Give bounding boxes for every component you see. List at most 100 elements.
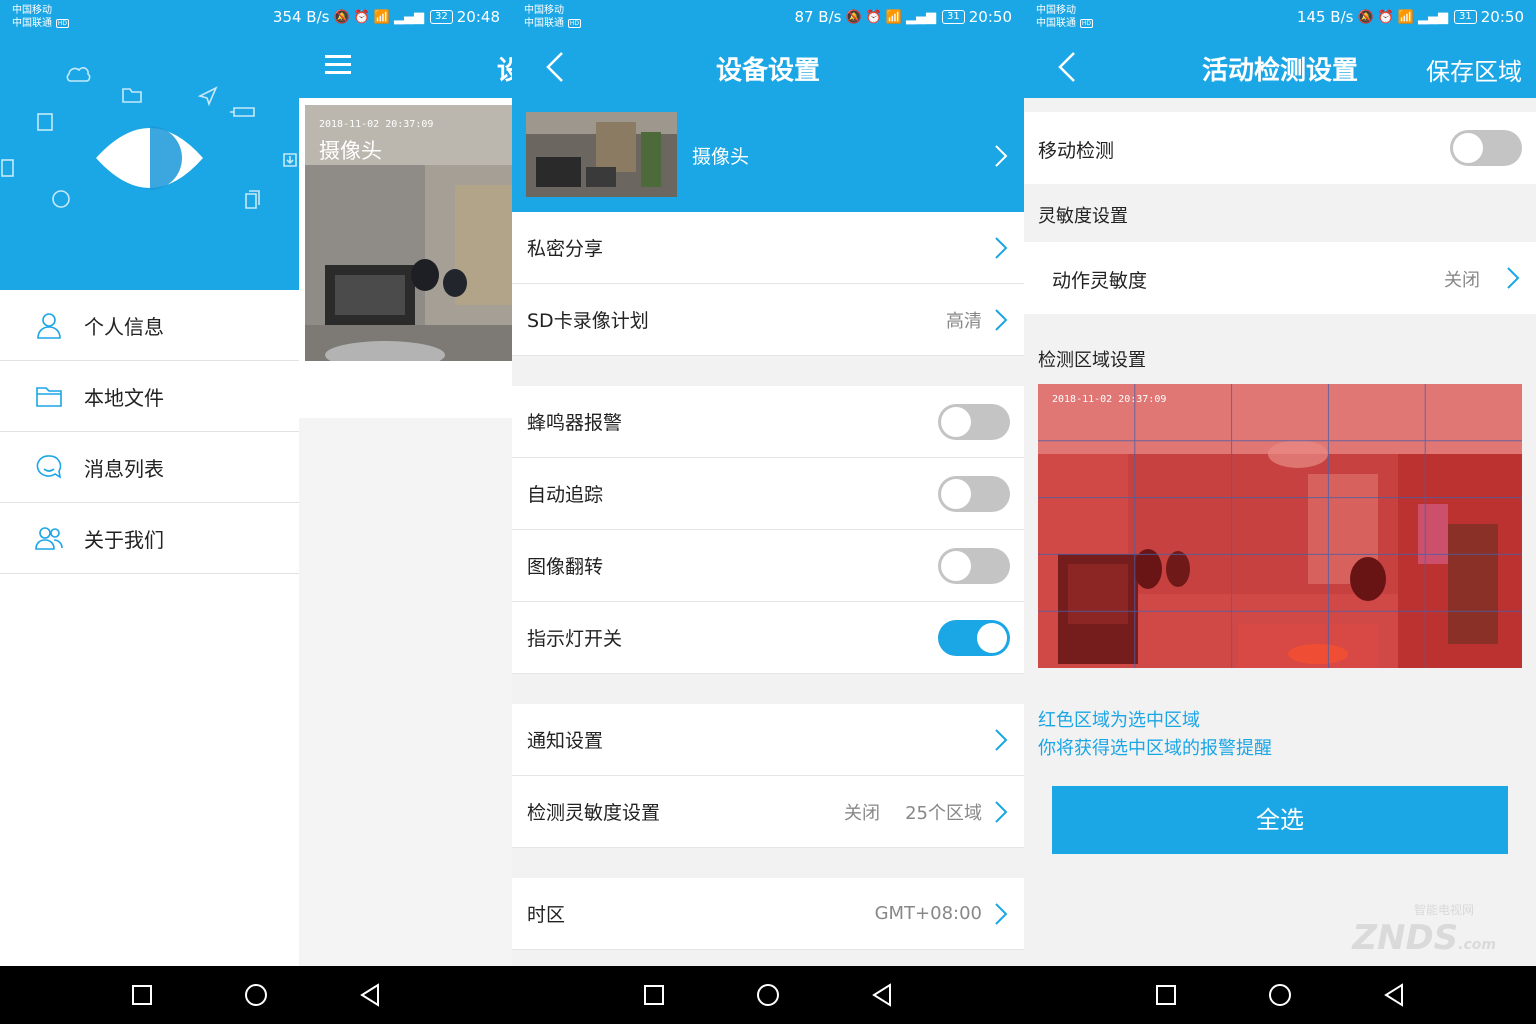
- battery-icon: 31: [1454, 10, 1477, 24]
- back-nav-button[interactable]: [358, 983, 382, 1007]
- row-private-share[interactable]: 私密分享: [512, 212, 1024, 284]
- mute-icon: 🔕: [845, 9, 862, 25]
- save-area-button[interactable]: 保存区域: [1426, 52, 1522, 87]
- back-nav-button[interactable]: [870, 983, 894, 1007]
- section-area-label: 检测区域设置: [1038, 350, 1146, 371]
- drawer-menu: 个人信息 本地文件 消息列表 关于我们: [0, 290, 299, 966]
- main-screen-behind-drawer: 设 354 B/s 🔕 ⏰ 📶 ▂▄▆ 32 20:48 2018-11-02 …: [273, 0, 512, 966]
- device-thumbnail: [526, 112, 677, 197]
- top-bar: 活动检测设置 保存区域: [1024, 36, 1536, 98]
- row-value-area-count: 25个区域: [905, 802, 982, 824]
- signal-icon: ▂▄▆: [1418, 9, 1449, 25]
- menu-label: 关于我们: [84, 527, 164, 552]
- status-bar: 中国移动 中国联通 HD 145 B/s 🔕 ⏰ 📶 ▂▄▆ 31 20:50: [1024, 0, 1536, 36]
- folder-icon: [36, 387, 62, 407]
- sim-icon: HD: [568, 18, 581, 28]
- motion-detect-toggle[interactable]: [1450, 130, 1522, 166]
- page-title: 设备设置: [715, 56, 820, 86]
- status-bar-right: 354 B/s 🔕 ⏰ 📶 ▂▄▆ 32 20:48: [0, 0, 512, 36]
- device-thumbnail-image: [526, 112, 677, 197]
- carrier-label: 中国移动 中国联通 HD: [524, 4, 581, 30]
- square-icon: [644, 985, 664, 1005]
- clock: 20:50: [1480, 8, 1524, 26]
- menu-item-profile[interactable]: 个人信息: [0, 290, 299, 361]
- sim-icon: HD: [1080, 18, 1093, 28]
- menu-label: 消息列表: [84, 456, 164, 481]
- image-flip-toggle[interactable]: [938, 548, 1010, 584]
- watermark-suffix: .com: [1458, 937, 1496, 953]
- main-title-fragment: 设: [497, 56, 512, 86]
- recent-apps-button[interactable]: [1154, 983, 1178, 1007]
- row-value: GMT+08:00: [874, 903, 982, 924]
- signal-icon: ▂▄▆: [394, 9, 425, 25]
- motion-settings-content: 移动检测 灵敏度设置 动作灵敏度 关闭 检测区域设置 2018-11-02 20…: [1024, 98, 1536, 966]
- toggle-knob: [941, 479, 971, 509]
- row-timezone[interactable]: 时区 GMT+08:00: [512, 878, 1024, 950]
- device-name: 摄像头: [692, 146, 750, 168]
- recent-apps-button[interactable]: [130, 983, 154, 1007]
- network-speed: 87 B/s: [794, 8, 842, 26]
- square-icon: [1156, 985, 1176, 1005]
- row-buzzer-alarm: 蜂鸣器报警: [512, 386, 1024, 458]
- signal-icon: ▂▄▆: [906, 9, 937, 25]
- device-header-row[interactable]: 摄像头: [512, 98, 1024, 212]
- row-label: 指示灯开关: [527, 628, 623, 650]
- home-button[interactable]: [244, 983, 268, 1007]
- indicator-light-toggle[interactable]: [938, 620, 1010, 656]
- section-sensitivity-label: 灵敏度设置: [1038, 206, 1128, 227]
- row-detect-sensitivity[interactable]: 检测灵敏度设置 关闭 25个区域: [512, 776, 1024, 848]
- menu-item-messages[interactable]: 消息列表: [0, 432, 299, 503]
- select-all-button[interactable]: 全选: [1052, 786, 1508, 854]
- carrier-1: 中国移动: [1036, 5, 1076, 16]
- carrier-label: 中国移动 中国联通 HD: [1036, 4, 1093, 30]
- top-bar: 设备设置: [512, 36, 1024, 98]
- chevron-right-icon: [995, 903, 1008, 925]
- group-icon: [35, 527, 63, 550]
- menu-icon[interactable]: [325, 54, 351, 76]
- hint-alert: 你将获得选中区域的报警提醒: [1038, 738, 1272, 759]
- back-nav-button[interactable]: [1382, 983, 1406, 1007]
- chevron-right-icon: [1507, 267, 1520, 289]
- circle-icon: [245, 984, 267, 1006]
- settings-list: 摄像头 私密分享 SD卡录像计划 高清 蜂鸣器报警 自动追踪 图像翻转 指示灯开…: [512, 98, 1024, 966]
- wifi-icon: 📶: [1397, 9, 1415, 25]
- auto-track-toggle[interactable]: [938, 476, 1010, 512]
- detection-area-grid[interactable]: 2018-11-02 20:37:09: [1038, 384, 1522, 668]
- row-label: 蜂鸣器报警: [527, 412, 623, 434]
- menu-label: 个人信息: [84, 314, 164, 339]
- grid-lines: [1038, 384, 1522, 668]
- watermark-subtitle: 智能电视网: [1413, 903, 1474, 917]
- row-label: 时区: [527, 904, 566, 926]
- home-button[interactable]: [1268, 983, 1292, 1007]
- status-right: 87 B/s 🔕 ⏰ 📶 ▂▄▆ 31 20:50: [794, 8, 1012, 26]
- row-value: 关闭: [1444, 270, 1480, 291]
- row-notification-settings[interactable]: 通知设置: [512, 704, 1024, 776]
- row-label: 自动追踪: [527, 484, 604, 506]
- panel-motion-detection-settings: 中国移动 中国联通 HD 145 B/s 🔕 ⏰ 📶 ▂▄▆ 31 20:50 活…: [1024, 0, 1536, 1024]
- alarm-icon: ⏰: [865, 9, 882, 25]
- row-action-sensitivity[interactable]: 动作灵敏度 关闭: [1024, 242, 1536, 314]
- wifi-icon: 📶: [373, 9, 391, 25]
- camera-card[interactable]: 2018-11-02 20:37:09 摄像头: [299, 98, 512, 418]
- menu-item-about[interactable]: 关于我们: [0, 503, 299, 574]
- status-right: 145 B/s 🔕 ⏰ 📶 ▂▄▆ 31 20:50: [1297, 8, 1524, 26]
- row-sd-record-plan[interactable]: SD卡录像计划 高清: [512, 284, 1024, 356]
- drawer-header: 中国移动 中国联通 HD: [0, 0, 299, 290]
- wifi-icon: 📶: [885, 9, 903, 25]
- row-label: 私密分享: [527, 238, 604, 260]
- home-button[interactable]: [756, 983, 780, 1007]
- recent-apps-button[interactable]: [642, 983, 666, 1007]
- camera-preview[interactable]: 2018-11-02 20:37:09 摄像头: [305, 105, 512, 361]
- row-label: 移动检测: [1038, 140, 1115, 162]
- hint-selected-area: 红色区域为选中区域: [1038, 710, 1200, 731]
- buzzer-toggle[interactable]: [938, 404, 1010, 440]
- triangle-back-icon: [360, 983, 379, 1007]
- message-icon: [36, 455, 62, 479]
- row-label: 通知设置: [527, 730, 604, 752]
- system-nav-bar: [0, 966, 512, 1024]
- row-label: 图像翻转: [527, 556, 604, 578]
- row-label: 检测灵敏度设置: [527, 802, 661, 824]
- menu-item-local-files[interactable]: 本地文件: [0, 361, 299, 432]
- person-icon: [37, 313, 61, 339]
